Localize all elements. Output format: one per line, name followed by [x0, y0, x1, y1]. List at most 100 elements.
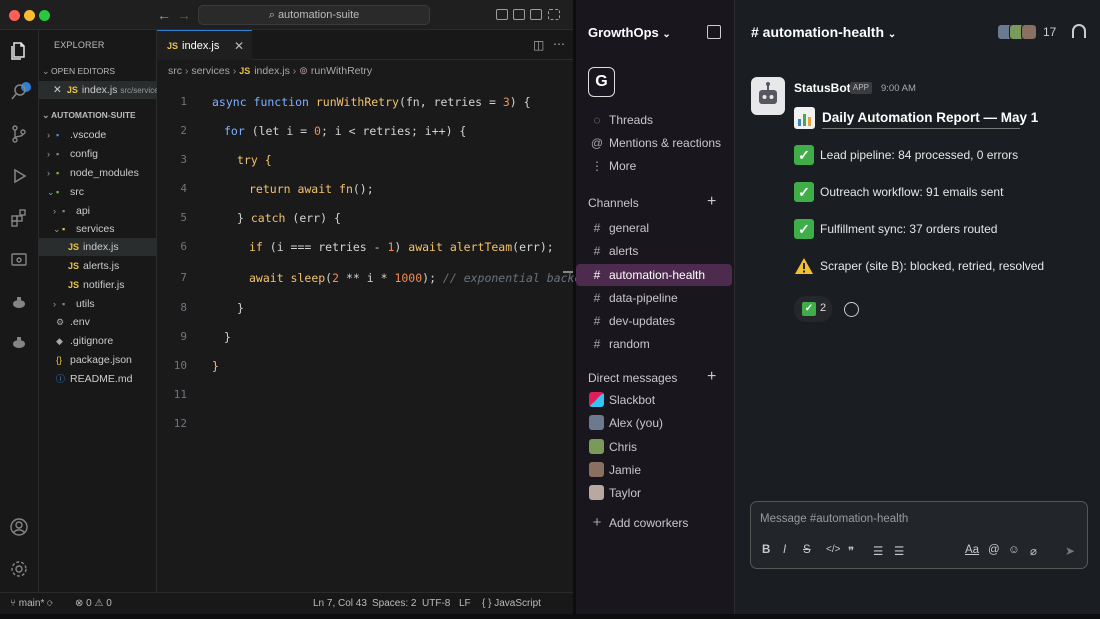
tree-folder-src[interactable]: ⌄▪ src — [39, 183, 157, 201]
js-file-icon: JS — [239, 66, 251, 76]
branch-indicator[interactable]: ⑂ main* ⟳ — [10, 593, 53, 614]
teapot-extension-icon[interactable] — [9, 292, 29, 312]
explorer-files-icon[interactable] — [9, 40, 29, 60]
settings-gear-icon[interactable] — [9, 559, 29, 579]
close-tab-icon[interactable]: ✕ — [234, 31, 244, 61]
tab-index-js[interactable]: JS index.js ✕ — [157, 30, 252, 60]
channel-general[interactable]: # general — [576, 217, 733, 239]
code-button[interactable]: </> — [826, 544, 840, 555]
channel-data-pipeline[interactable]: # data-pipeline — [576, 287, 733, 309]
breadcrumb-file[interactable]: index.js — [254, 65, 290, 77]
indentation[interactable]: Spaces: 2 — [372, 593, 416, 614]
channel-automation-health[interactable]: # automation-health — [576, 264, 732, 286]
add-dm-icon[interactable]: + — [707, 368, 716, 386]
tree-folder-config[interactable]: › ▪ config — [39, 145, 157, 163]
mention-button[interactable]: @ — [988, 544, 1000, 556]
bold-button[interactable]: B — [762, 544, 770, 556]
back-arrow-icon[interactable]: ← — [157, 7, 171, 23]
send-icon[interactable]: ➤ — [1065, 544, 1075, 558]
add-reaction-icon[interactable] — [844, 302, 859, 317]
tree-file-env[interactable]: ⚙ .env — [39, 313, 157, 331]
tree-folder-utils[interactable]: › ▪ utils — [39, 295, 157, 313]
dm-alex[interactable]: Alex (you) — [576, 412, 733, 434]
channel-alerts[interactable]: # alerts — [576, 240, 733, 262]
minimize-window-button[interactable] — [24, 10, 35, 21]
nav-more[interactable]: ⋮ More — [576, 155, 733, 177]
compose-icon[interactable] — [707, 25, 721, 39]
line-endings[interactable]: LF — [459, 593, 471, 614]
bulleted-list-icon[interactable]: ☰ — [894, 544, 904, 558]
italic-button[interactable]: I — [783, 544, 786, 556]
tree-folder-node-modules[interactable]: › ▪ node_modules — [39, 164, 157, 182]
tree-file-package-json[interactable]: {} package.json — [39, 351, 157, 369]
close-window-button[interactable] — [9, 10, 20, 21]
toggle-panel-icon[interactable] — [513, 9, 525, 20]
dm-header[interactable]: Direct messages — [588, 371, 677, 385]
cursor-position[interactable]: Ln 7, Col 43 — [313, 593, 367, 614]
chevron-down-icon: ⌄ — [662, 29, 671, 40]
toggle-sidebar-icon[interactable] — [496, 9, 508, 20]
emoji-icon[interactable]: ☺ — [1008, 544, 1020, 556]
dm-taylor[interactable]: Taylor — [576, 482, 733, 504]
run-debug-icon[interactable] — [9, 166, 29, 186]
tree-folder-api[interactable]: › ▪ api — [39, 202, 157, 220]
nav-mentions[interactable]: @ Mentions & reactions — [576, 132, 733, 154]
split-editor-icon[interactable]: ◫ — [533, 38, 544, 52]
toggle-secondary-sidebar-icon[interactable] — [530, 9, 542, 20]
channel-title[interactable]: # automation-health ⌄ — [751, 24, 896, 40]
breadcrumb-src[interactable]: src — [168, 65, 182, 77]
open-editor-item[interactable]: ✕ JS index.js src/services — [39, 81, 163, 99]
source-control-icon[interactable] — [9, 124, 29, 144]
more-actions-icon[interactable]: ⋯ — [553, 37, 565, 51]
search-icon[interactable] — [9, 82, 29, 102]
huddle-headphones-icon[interactable] — [1072, 24, 1086, 38]
command-search[interactable]: ⌕ automation-suite — [198, 5, 430, 25]
extensions-icon[interactable] — [9, 208, 29, 228]
attach-paperclip-icon[interactable]: ⌀ — [1030, 544, 1037, 558]
message-timestamp[interactable]: 9:00 AM — [881, 83, 916, 94]
channels-header[interactable]: Channels — [588, 196, 639, 210]
add-coworkers-button[interactable]: + Add coworkers — [576, 512, 733, 534]
statusbot-avatar[interactable] — [751, 77, 785, 115]
tree-file-alerts-js[interactable]: JS alerts.js — [39, 257, 157, 275]
workspace-switcher[interactable]: GrowthOps ⌄ — [588, 25, 671, 40]
account-icon[interactable] — [9, 517, 29, 537]
teapot-extension-2-icon[interactable] — [9, 332, 29, 352]
breadcrumb-services[interactable]: services — [191, 65, 230, 77]
member-count[interactable]: 17 — [1043, 25, 1056, 39]
dm-slackbot[interactable]: Slackbot — [576, 389, 733, 411]
channel-random[interactable]: # random — [576, 333, 733, 355]
reaction-check[interactable]: ✓ 2 — [794, 296, 832, 322]
maximize-window-button[interactable] — [39, 10, 50, 21]
message-input[interactable] — [760, 510, 1060, 528]
tree-file-index-js[interactable]: JS index.js — [39, 238, 157, 256]
workspace-icon[interactable]: G — [588, 67, 615, 97]
nav-threads[interactable]: ◌ Threads — [576, 109, 733, 131]
project-section[interactable]: ⌄AUTOMATION-SUITE — [39, 106, 157, 124]
encoding[interactable]: UTF-8 — [422, 593, 450, 614]
tree-file-gitignore[interactable]: ◆ .gitignore — [39, 332, 157, 350]
dm-chris[interactable]: Chris — [576, 436, 733, 458]
channel-dev-updates[interactable]: # dev-updates — [576, 310, 733, 332]
problems-indicator[interactable]: ⊗ 0 ⚠ 0 — [75, 593, 112, 614]
numbered-list-icon[interactable]: ☰ — [873, 544, 883, 558]
formatting-toggle[interactable]: Aa — [965, 544, 979, 556]
quote-button[interactable]: ❞ — [848, 544, 854, 558]
tree-folder-vscode[interactable]: › ▪ .vscode — [39, 126, 157, 144]
add-channel-icon[interactable]: + — [707, 193, 716, 211]
strikethrough-button[interactable]: S — [803, 544, 811, 556]
dm-jamie[interactable]: Jamie — [576, 459, 733, 481]
open-editors-section[interactable]: ⌄OPEN EDITORS — [39, 62, 157, 80]
remote-explorer-icon[interactable] — [9, 250, 29, 270]
message-author[interactable]: StatusBot — [794, 81, 851, 95]
tree-folder-services[interactable]: ⌄▪ services — [39, 220, 157, 238]
customize-layout-icon[interactable] — [548, 9, 560, 20]
tree-file-readme[interactable]: ⓘ README.md — [39, 370, 157, 388]
close-icon[interactable]: ✕ — [53, 84, 62, 96]
check-icon: ✓ — [794, 145, 814, 165]
tree-file-notifier-js[interactable]: JS notifier.js — [39, 276, 157, 294]
language-mode[interactable]: { } JavaScript — [482, 593, 541, 614]
breadcrumb-function[interactable]: runWithRetry — [311, 65, 372, 77]
forward-arrow-icon[interactable]: → — [177, 7, 191, 23]
scroll-indicator[interactable] — [563, 271, 573, 273]
